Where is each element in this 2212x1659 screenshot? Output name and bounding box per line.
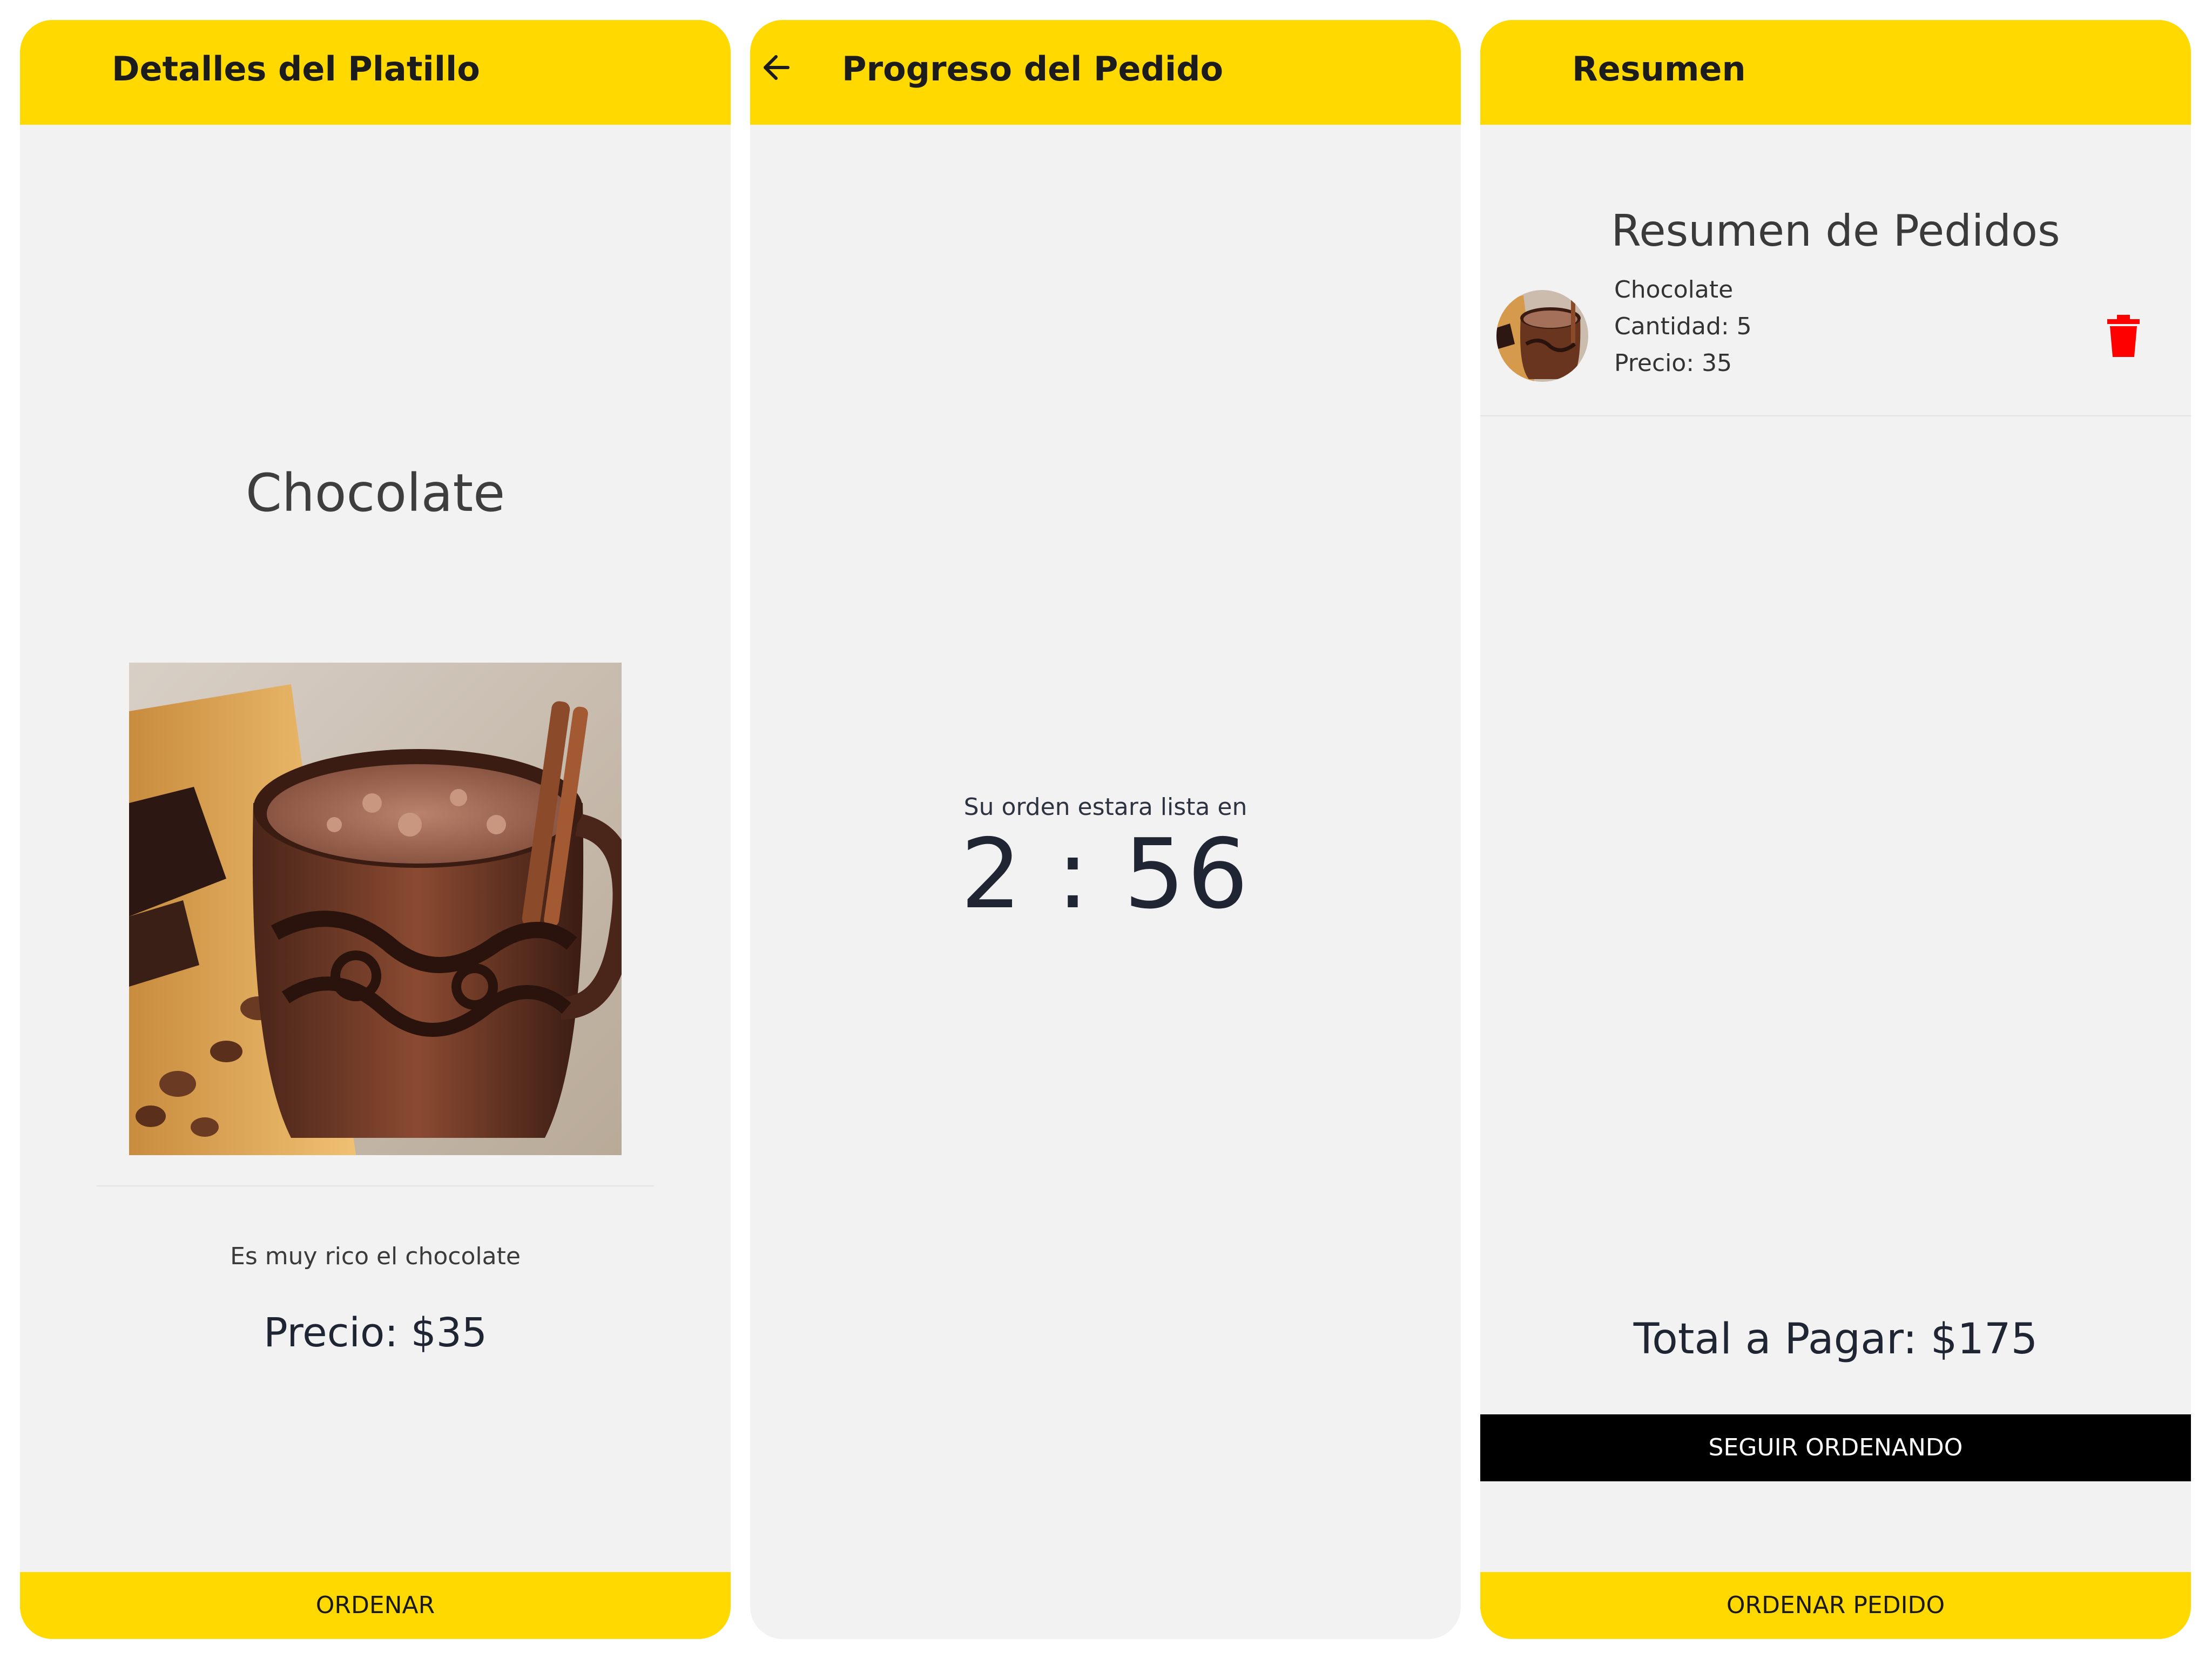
hot-chocolate-thumbnail-icon: [1496, 290, 1588, 382]
ready-label: Su orden estara lista en: [963, 793, 1247, 821]
hot-chocolate-image: [129, 663, 636, 1155]
countdown-timer: 2 : 56: [960, 818, 1251, 930]
order-item-name: Chocolate: [1614, 276, 1734, 304]
place-order-button[interactable]: ORDENAR PEDIDO: [1480, 1572, 2191, 1639]
delete-item-button[interactable]: [2105, 315, 2142, 358]
trash-icon: [2107, 315, 2140, 357]
order-progress-screen: Progreso del Pedido Su orden estara list…: [750, 20, 1461, 1639]
hot-chocolate-photo-icon: [129, 663, 636, 1155]
order-item-thumbnail: [1496, 290, 1588, 382]
progress-app-bar: Progreso del Pedido: [750, 20, 1461, 125]
order-button[interactable]: ORDENAR: [20, 1572, 731, 1639]
dish-name: Chocolate: [245, 463, 505, 523]
dish-description: Es muy rico el chocolate: [230, 1243, 521, 1270]
summary-heading: Resumen de Pedidos: [1611, 206, 2060, 256]
order-item-price: Precio: 35: [1614, 349, 1732, 377]
total-to-pay: Total a Pagar: $175: [1633, 1315, 2038, 1364]
dish-price: Precio: $35: [264, 1310, 487, 1356]
list-item: Chocolate Cantidad: 5 Precio: 35: [1480, 261, 2191, 416]
back-button[interactable]: [750, 46, 793, 89]
details-divider: [97, 1185, 654, 1186]
details-page-title: Detalles del Platillo: [112, 49, 480, 89]
summary-page-title: Resumen: [1572, 49, 1746, 89]
dish-details-screen: Detalles del Platillo Chocolate Es muy r…: [20, 20, 731, 1639]
continue-ordering-button[interactable]: SEGUIR ORDENANDO: [1480, 1414, 2191, 1481]
order-summary-screen: Resumen Resumen de Pedidos Chocolate Can…: [1480, 20, 2191, 1639]
details-app-bar: Detalles del Platillo: [20, 20, 731, 125]
summary-app-bar: Resumen: [1480, 20, 2191, 125]
order-item-quantity: Cantidad: 5: [1614, 313, 1752, 340]
arrow-left-icon: [764, 55, 790, 80]
progress-page-title: Progreso del Pedido: [842, 49, 1224, 89]
